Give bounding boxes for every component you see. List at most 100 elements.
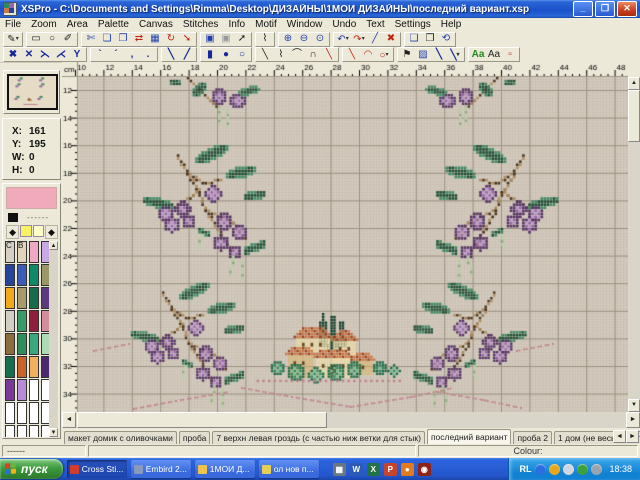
palette-swatch[interactable] [29,264,39,286]
document-tab-3[interactable]: последний вариант [427,429,512,444]
document-tab-1[interactable]: проба [179,431,210,444]
ellipse-tool[interactable]: ○▾ [376,49,392,61]
menu-stitches[interactable]: Stitches [178,19,224,30]
pointer-tool[interactable]: ➚ [234,33,250,45]
arc-tool[interactable]: ◠ [360,49,376,61]
new-page-button[interactable]: ❒ [422,33,438,45]
palette-swatch[interactable] [17,425,27,437]
draw-tool[interactable]: ✎▾ [5,33,21,45]
vertical-scrollbar[interactable]: ▲ ▼ [628,77,640,412]
palette-swatch[interactable] [17,379,27,401]
motif-disabled-button[interactable]: ▣ [218,33,234,45]
language-indicator[interactable]: RL [519,464,531,474]
paste-tool[interactable]: ❐ [115,33,131,45]
move-tool[interactable]: ➘ [179,33,195,45]
thick-line-tool[interactable]: ╲ [431,49,447,61]
scroll-up-button[interactable]: ▲ [628,77,640,90]
thread-tool[interactable]: ⌇ [257,33,273,45]
undo-button[interactable]: ↶▾ [335,33,351,45]
document-tab-4[interactable]: проба 2 [513,431,552,444]
horizontal-scrollbar[interactable]: ◄ ► [62,412,640,428]
stitch-quarter-tr[interactable]: ´ [108,49,124,61]
palette-swatch[interactable] [29,310,39,332]
palette-swatch[interactable] [17,333,27,355]
palette-swatch[interactable]: C [5,241,15,263]
zoom-in-button[interactable]: ⊕ [280,33,296,45]
vertical-scroll-thumb[interactable] [628,90,640,142]
thin-line-tool[interactable]: ╲▾ [447,49,463,61]
close-button[interactable]: ✕ [617,1,637,17]
flag-tool[interactable]: ⚑ [399,49,415,61]
stitch-petite-cross[interactable]: ✕ [21,49,37,61]
palette-swatch[interactable] [5,264,15,286]
revert-button[interactable]: ⟲ [438,33,454,45]
menu-zoom[interactable]: Zoom [26,19,62,30]
palette-swatch[interactable] [29,402,39,424]
rotate-tool[interactable]: ↻ [163,33,179,45]
tray-icon-language[interactable] [535,464,546,475]
backstitch-arch[interactable]: ∩ [305,49,321,61]
stitch-full-cross[interactable]: ✖ [5,49,21,61]
copy-tool[interactable]: ❏ [99,33,115,45]
select-rect-tool[interactable]: ▭ [28,33,44,45]
stitch-half-forward[interactable]: ╱ [179,49,195,61]
cut-tool[interactable]: ✄ [83,33,99,45]
palette-swatch[interactable] [5,379,15,401]
palette-swatch[interactable] [5,425,15,437]
line-draw-tool[interactable]: ╱ [367,33,383,45]
palette-swatch[interactable] [5,310,15,332]
scroll-down-button[interactable]: ▼ [628,399,640,412]
select-pen-tool[interactable]: ✐ [60,33,76,45]
menu-text[interactable]: Text [361,19,389,30]
maximize-button[interactable]: ❐ [595,1,615,17]
pattern-editor-canvas[interactable] [62,62,628,412]
menu-help[interactable]: Help [436,19,467,30]
document-tab-2[interactable]: 7 верхн левая гроздь (с частью ниж ветки… [212,431,425,444]
delete-tool[interactable]: ✖ [383,33,399,45]
palette-swatch[interactable] [17,310,27,332]
quicklaunch-calendar[interactable]: ▦ [333,463,346,476]
zoom-out-button[interactable]: ⊖ [296,33,312,45]
scroll-right-button[interactable]: ► [626,412,640,428]
border-color-swatch[interactable] [8,213,18,222]
menu-settings[interactable]: Settings [390,19,436,30]
menu-info[interactable]: Info [223,19,250,30]
menu-undo[interactable]: Undo [327,19,361,30]
stitch-quarter-bl[interactable]: , [124,49,140,61]
menu-palette[interactable]: Palette [93,19,134,30]
text-tool[interactable]: Aa [486,49,502,61]
pattern-preview-thumbnail[interactable] [9,76,56,108]
quicklaunch-word[interactable]: W [350,463,363,476]
quicklaunch-excel[interactable]: X [367,463,380,476]
stitch-quarter-br[interactable]: . [140,49,156,61]
scroll-left-button[interactable]: ◄ [62,412,76,428]
motif-view-button[interactable]: ▣ [202,33,218,45]
backstitch-line[interactable]: ╲ [257,49,273,61]
taskbar-task-0[interactable]: Cross Sti... [67,460,127,478]
quicklaunch-red[interactable]: ◉ [418,463,431,476]
palette-swatch[interactable] [29,241,39,263]
taskbar-task-2[interactable]: 1МОИ Д... [195,460,255,478]
copy-page-button[interactable]: ❑ [406,33,422,45]
palette-swatch[interactable] [5,333,15,355]
palette-swatch[interactable] [17,287,27,309]
redo-button[interactable]: ↷▾ [351,33,367,45]
palette-swatch[interactable]: B [17,241,27,263]
tray-icon-update[interactable] [577,464,588,475]
backstitch-curve[interactable]: ⌒ [289,49,305,61]
palette-swatch[interactable] [29,356,39,378]
palette-scrollbar[interactable]: ▲ ▼ [49,241,58,437]
stitch-quarter-tl[interactable]: ` [92,49,108,61]
document-tab-0[interactable]: макет домик с оливочками [64,431,177,444]
menu-motif[interactable]: Motif [250,19,282,30]
highlight-color-swatch-1[interactable] [20,225,31,237]
palette-swatch[interactable] [29,287,39,309]
stitch-half-right[interactable]: ⋌ [53,49,69,61]
text-tool-color[interactable]: Aa [470,49,486,61]
tray-icon-clock[interactable] [549,464,560,475]
pattern-fill-tool[interactable]: ▨ [415,49,431,61]
quicklaunch-orange[interactable]: ● [401,463,414,476]
stitch-upright-cross[interactable]: Y [69,49,85,61]
palette-swatch[interactable] [5,356,15,378]
stitch-vertical-bar[interactable]: ▮ [202,49,218,61]
